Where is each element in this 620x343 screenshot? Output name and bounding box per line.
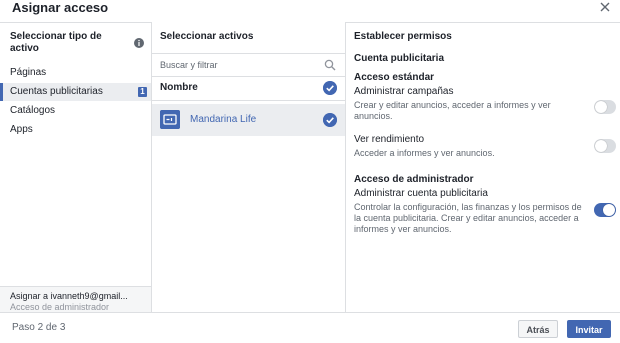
step-indicator: Paso 2 de 3 [12, 322, 66, 333]
asset-name: Mandarina Life [190, 114, 257, 125]
manage-ad-account-toggle[interactable] [594, 203, 616, 217]
assignee-summary: Asignar a ivanneth9@gmail... Acceso de a… [0, 286, 151, 312]
permissions-column: Establecer permisos Cuenta publicitaria … [346, 22, 620, 312]
toggle-knob [595, 101, 607, 113]
asset-type-item-ad-accounts[interactable]: Cuentas publicitarias 1 [0, 83, 151, 101]
search-input[interactable] [160, 57, 310, 72]
dialog-footer: Paso 2 de 3 Atrás Invitar [0, 312, 620, 343]
permission-title: Administrar cuenta publicitaria [354, 188, 488, 199]
ad-account-icon [160, 110, 180, 129]
asset-row[interactable]: Mandarina Life [152, 104, 345, 136]
assign-access-dialog: Asignar acceso Seleccionar tipo de activ… [0, 0, 620, 343]
asset-select-heading: Seleccionar activos [160, 31, 254, 42]
assignee-role: Acceso de administrador [10, 302, 110, 312]
close-icon[interactable] [598, 0, 612, 14]
permission-title: Ver rendimiento [354, 134, 425, 145]
toggle-knob [595, 140, 607, 152]
account-type-label: Cuenta publicitaria [354, 53, 445, 64]
asset-type-label: Páginas [10, 67, 47, 78]
asset-type-label: Catálogos [10, 105, 56, 116]
permissions-heading: Establecer permisos [354, 31, 452, 42]
invite-button[interactable]: Invitar [567, 320, 611, 338]
asset-type-label: Apps [10, 124, 33, 135]
asset-type-item-pages[interactable]: Páginas [0, 64, 151, 82]
asset-checkbox[interactable] [323, 113, 337, 127]
permission-description: Crear y editar anuncios, acceder a infor… [354, 100, 551, 121]
search-bar [152, 53, 345, 77]
view-performance-toggle[interactable] [594, 139, 616, 153]
select-all-checkbox[interactable] [323, 81, 337, 95]
permission-title: Administrar campañas [354, 86, 454, 97]
standard-access-label: Acceso estándar [354, 72, 435, 83]
assignee-name: Asignar a ivanneth9@gmail... [10, 291, 128, 301]
name-column-header: Nombre [160, 82, 198, 93]
dialog-title: Asignar acceso [12, 0, 109, 15]
toggle-knob [603, 204, 615, 216]
info-icon[interactable] [134, 38, 144, 48]
manage-campaigns-toggle[interactable] [594, 100, 616, 114]
asset-type-column: Seleccionar tipo de activo Páginas Cuent… [0, 22, 152, 312]
dialog-header: Asignar acceso [0, 0, 620, 23]
asset-type-heading: Seleccionar tipo de activo [10, 31, 102, 54]
search-icon [324, 59, 336, 71]
permission-description: Acceder a informes y ver anuncios. [354, 148, 495, 158]
asset-type-item-catalogs[interactable]: Catálogos [0, 102, 151, 120]
back-button[interactable]: Atrás [518, 320, 558, 338]
permission-description: Controlar la configuración, las finanzas… [354, 202, 582, 234]
selected-count-badge: 1 [138, 87, 147, 97]
select-all-row[interactable]: Nombre [152, 76, 345, 101]
asset-type-item-apps[interactable]: Apps [0, 121, 151, 139]
admin-access-label: Acceso de administrador [354, 174, 474, 185]
asset-select-column: Seleccionar activos Nombre Mandarina Lif… [152, 22, 346, 312]
asset-type-label: Cuentas publicitarias [10, 86, 103, 97]
